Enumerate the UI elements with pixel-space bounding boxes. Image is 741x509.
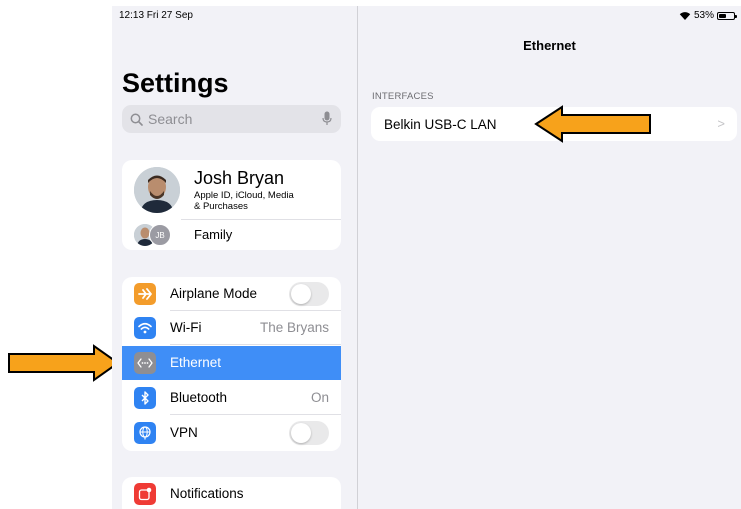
settings-sidebar: 12:13 Fri 27 Sep Settings Search Josh Br… <box>112 6 358 509</box>
wifi-network-value: The Bryans <box>259 320 329 335</box>
sidebar-item-label: VPN <box>170 425 198 440</box>
sidebar-item-airplane-mode[interactable]: Airplane Mode <box>122 277 341 311</box>
battery-fill <box>719 13 726 18</box>
microphone-icon[interactable] <box>322 111 332 126</box>
connectivity-list: Airplane Mode Wi-Fi The Bryans Ethernet … <box>122 277 341 451</box>
sidebar-item-label: Airplane Mode <box>170 286 258 301</box>
sidebar-item-bluetooth[interactable]: Bluetooth On <box>122 381 341 415</box>
sidebar-item-label: Ethernet <box>170 355 222 370</box>
notifications-list: Notifications <box>122 477 341 509</box>
profile-subtitle-line1: Apple ID, iCloud, Media <box>194 190 294 201</box>
toggle-knob <box>291 284 311 304</box>
family-initials-avatar: JB <box>149 224 171 246</box>
ipad-screen: 12:13 Fri 27 Sep Settings Search Josh Br… <box>112 6 741 509</box>
ethernet-detail-pane: 53% Ethernet INTERFACES Belkin USB-C LAN… <box>358 6 741 509</box>
interface-label: Belkin USB-C LAN <box>384 117 497 132</box>
page-title: Ethernet <box>523 38 576 53</box>
sidebar-item-label: Wi-Fi <box>170 320 202 335</box>
avatar <box>134 167 180 213</box>
battery-icon <box>717 11 737 20</box>
status-indicators: 53% <box>679 10 737 21</box>
row-separator <box>170 344 341 345</box>
search-placeholder: Search <box>148 111 193 127</box>
profile-name: Josh Bryan <box>194 168 285 188</box>
row-separator <box>170 414 341 415</box>
toggle-knob <box>291 423 311 443</box>
battery-percent: 53% <box>693 10 714 21</box>
annotation-arrow-right <box>534 105 651 143</box>
ethernet-icon <box>134 352 156 374</box>
sidebar-item-vpn[interactable]: VPN <box>122 416 341 450</box>
annotation-arrow-left <box>8 344 120 382</box>
notifications-icon <box>134 483 156 505</box>
bluetooth-icon <box>134 387 156 409</box>
sidebar-item-label: Bluetooth <box>170 390 228 405</box>
family-label: Family <box>194 227 233 242</box>
settings-title: Settings <box>122 68 229 98</box>
apple-id-card[interactable]: Josh Bryan Apple ID, iCloud, Media & Pur… <box>122 160 341 250</box>
sidebar-item-notifications[interactable]: Notifications <box>122 477 341 509</box>
status-time: 12:13 Fri 27 Sep <box>119 10 193 21</box>
sidebar-item-ethernet[interactable]: Ethernet <box>122 346 341 380</box>
airplane-mode-toggle[interactable] <box>289 282 329 306</box>
profile-subtitle: Apple ID, iCloud, Media & Purchases <box>194 190 314 212</box>
wifi-status-icon <box>679 12 691 20</box>
profile-divider <box>181 219 341 220</box>
sidebar-item-wifi[interactable]: Wi-Fi The Bryans <box>122 311 341 345</box>
chevron-right-icon: > <box>717 116 725 131</box>
vpn-globe-icon <box>134 422 156 444</box>
sidebar-item-label: Notifications <box>170 486 244 501</box>
airplane-icon <box>134 283 156 305</box>
vpn-toggle[interactable] <box>289 421 329 445</box>
search-input[interactable]: Search <box>122 105 341 133</box>
wifi-icon <box>134 317 156 339</box>
profile-subtitle-line2: & Purchases <box>194 201 248 212</box>
section-header-interfaces: INTERFACES <box>372 91 434 102</box>
bluetooth-status-value: On <box>310 390 329 405</box>
search-icon <box>130 113 143 126</box>
